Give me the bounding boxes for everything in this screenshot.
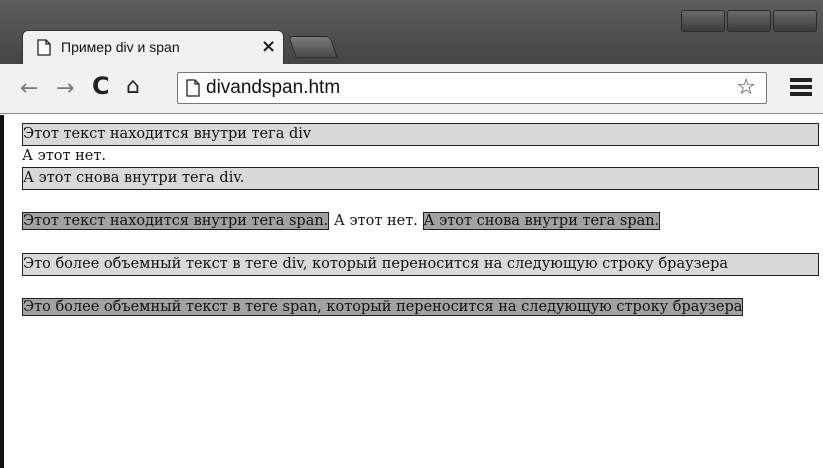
page-content: Этот текст находится внутри тега div А э… bbox=[4, 115, 823, 318]
plain-text-1: А этот нет. bbox=[22, 148, 106, 164]
window-titlebar: Пример div и span × bbox=[0, 0, 823, 66]
tab-active[interactable]: Пример div и span × bbox=[22, 30, 284, 66]
tab-close-icon[interactable]: × bbox=[261, 36, 276, 57]
minimize-button[interactable] bbox=[681, 10, 725, 32]
tab-title: Пример div и span bbox=[61, 39, 180, 55]
div-block-2: А этот снова внутри тега div. bbox=[22, 167, 819, 190]
home-icon[interactable]: ⌂ bbox=[126, 76, 140, 98]
url-text[interactable]: divandspan.htm bbox=[206, 77, 340, 99]
span-inline-1: Этот текст находится внутри тега span. bbox=[22, 212, 330, 230]
page-icon bbox=[186, 79, 200, 97]
maximize-button[interactable] bbox=[727, 10, 771, 32]
page-viewport: Этот текст находится внутри тега div А э… bbox=[0, 115, 823, 468]
window-controls bbox=[679, 10, 817, 32]
new-tab-button[interactable] bbox=[287, 36, 339, 58]
span-line: Этот текст находится внутри тега span. А… bbox=[22, 211, 819, 232]
reload-icon[interactable]: C bbox=[92, 74, 110, 98]
back-arrow-icon[interactable]: ← bbox=[20, 78, 38, 100]
plain-text-2: А этот нет. bbox=[329, 213, 423, 229]
bookmark-star-icon[interactable]: ☆ bbox=[736, 76, 756, 100]
menu-icon[interactable] bbox=[790, 78, 812, 98]
close-window-button[interactable] bbox=[773, 10, 817, 32]
address-bar[interactable]: divandspan.htm ☆ bbox=[177, 72, 767, 104]
span-inline-3: Это более объемный текст в теге span, ко… bbox=[22, 298, 744, 316]
div-block-3: Это более объемный текст в теге div, кот… bbox=[22, 253, 819, 276]
page-icon bbox=[37, 39, 51, 56]
span-paragraph: Это более объемный текст в теге span, ко… bbox=[22, 297, 819, 318]
forward-arrow-icon[interactable]: → bbox=[56, 78, 74, 100]
span-inline-2: А этот снова внутри тега span. bbox=[422, 212, 661, 230]
div-block-1: Этот текст находится внутри тега div bbox=[22, 123, 819, 146]
browser-toolbar: ← → C ⌂ divandspan.htm ☆ bbox=[0, 64, 823, 114]
